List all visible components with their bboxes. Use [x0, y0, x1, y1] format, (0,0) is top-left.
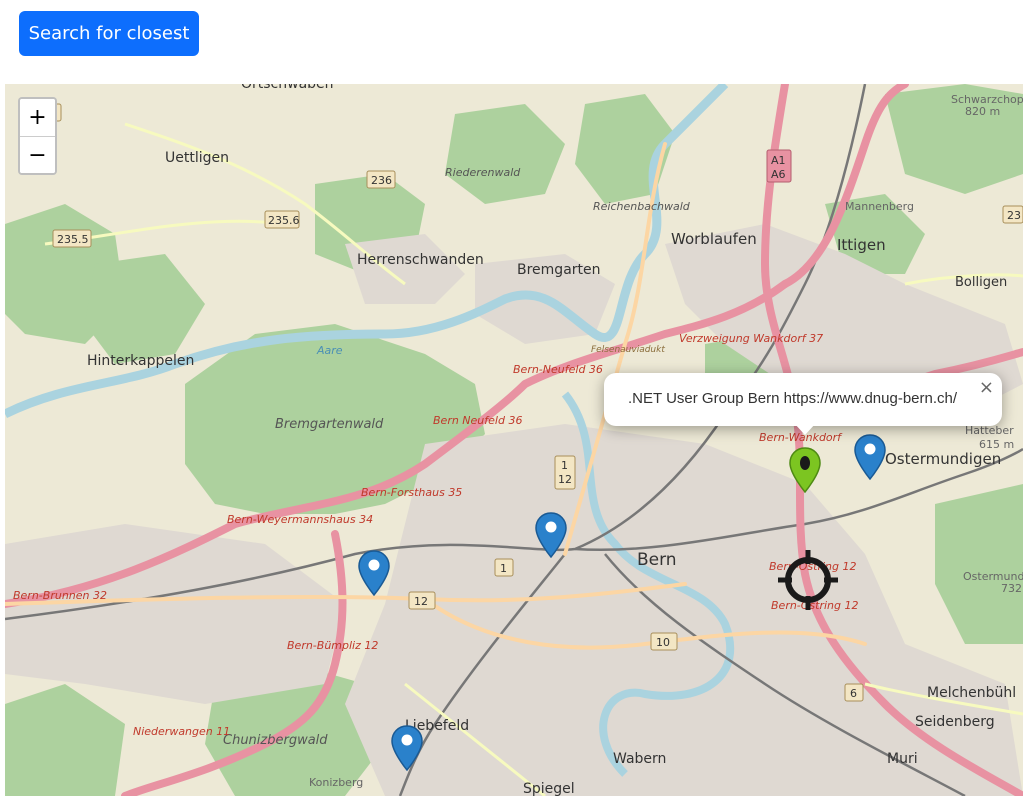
map-label: Ortschwaben — [241, 84, 334, 92]
road-label: Bern-Bümpliz 12 — [287, 639, 378, 652]
route-shield: 6 — [850, 687, 857, 700]
search-closest-button[interactable]: Search for closest — [19, 11, 199, 56]
map-label: Bremgartenwald — [275, 417, 384, 432]
route-shield: 12 — [558, 473, 572, 486]
location-marker-icon[interactable] — [853, 433, 887, 481]
map-label: Aare — [316, 344, 343, 357]
zoom-out-button[interactable]: − — [20, 136, 55, 173]
road-label: Niederwangen 11 — [133, 725, 230, 738]
road-label: Bern-Weyermannshaus 34 — [227, 513, 373, 526]
route-shield: A1 — [771, 154, 786, 167]
route-shield: A6 — [771, 168, 786, 181]
location-marker-icon[interactable] — [390, 724, 424, 772]
road-label: Bern-Neufeld 36 — [513, 363, 603, 376]
location-marker-icon[interactable] — [534, 511, 568, 559]
marker-popup: .NET User Group Bern https://www.dnug-be… — [604, 373, 1002, 435]
map-label: Reichenbachwald — [593, 200, 691, 213]
road-label: Felsenauviadukt — [591, 345, 665, 355]
zoom-control: + − — [18, 97, 57, 175]
road-label: Bern Neufeld 36 — [433, 414, 522, 427]
zoom-in-button[interactable]: + — [20, 99, 55, 136]
elevation-label: 615 m — [979, 438, 1014, 451]
elevation-label: 820 m — [965, 105, 1000, 118]
map-label: Uettligen — [165, 150, 229, 166]
elevation-label: 732 — [1001, 582, 1022, 595]
map-label: Riederenwald — [445, 166, 521, 179]
road-label: Bern-Forsthaus 35 — [361, 486, 462, 499]
map-label: Bolligen — [955, 275, 1007, 290]
route-shield: 1 — [561, 459, 568, 472]
map-label: Worblaufen — [671, 230, 757, 248]
map-label: Bern — [637, 550, 677, 570]
route-shield: 235.5 — [57, 233, 89, 246]
route-shield: 236 — [371, 174, 392, 187]
route-shield: 10 — [656, 636, 670, 649]
map-label: Wabern — [613, 751, 666, 767]
road-label: Verzweigung Wankdorf 37 — [679, 332, 823, 345]
map-label: Spiegel — [523, 781, 575, 796]
location-marker-icon[interactable] — [357, 549, 391, 597]
map-label: Konizberg — [309, 776, 363, 789]
road-label: Bern-Brunnen 32 — [13, 589, 107, 602]
route-shield: 235.6 — [268, 214, 300, 227]
map-view[interactable]: Ortschwaben Uettligen Herrenschwanden Br… — [5, 84, 1023, 796]
map-label: Herrenschwanden — [357, 252, 484, 268]
map-label: Seidenberg — [915, 714, 995, 730]
route-shield: 12 — [414, 595, 428, 608]
popup-tip — [794, 423, 816, 435]
map-label: Muri — [887, 751, 918, 767]
map-label: Ittigen — [837, 236, 886, 254]
map-label: Chunizbergwald — [223, 733, 328, 748]
popup-text: .NET User Group Bern https://www.dnug-be… — [628, 390, 958, 407]
route-shield: 23 — [1007, 209, 1021, 222]
location-marker-green-icon[interactable] — [788, 446, 822, 494]
map-label: Melchenbühl — [927, 685, 1016, 701]
map-label: Bremgarten — [517, 262, 601, 278]
route-shield: 1 — [500, 562, 507, 575]
popup-close-button[interactable]: × — [979, 377, 994, 398]
map-label: Ostermundigen — [885, 450, 1001, 468]
map-label: Mannenberg — [845, 200, 914, 213]
map-label: Hinterkappelen — [87, 353, 194, 369]
